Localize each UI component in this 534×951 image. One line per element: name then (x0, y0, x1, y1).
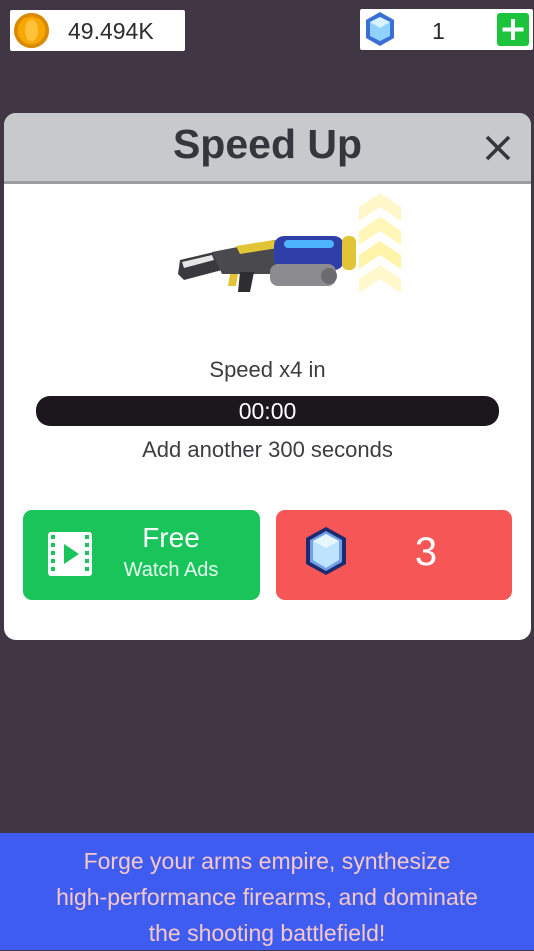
promo-banner: Forge your arms empire, synthesize high-… (0, 833, 534, 950)
timer-bar: 00:00 (36, 396, 499, 426)
close-icon[interactable] (479, 129, 517, 167)
watch-ads-button[interactable]: Free Watch Ads (23, 510, 260, 600)
coin-icon (13, 12, 50, 49)
banner-line-1: Forge your arms empire, synthesize (83, 848, 451, 874)
banner-text: Forge your arms empire, synthesize high-… (20, 843, 514, 951)
gem-cost: 3 (414, 530, 438, 574)
coin-amount: 49.494K (68, 18, 154, 44)
gem-icon (366, 12, 394, 46)
gem-icon (306, 527, 346, 575)
video-icon (48, 532, 92, 576)
gem-amount: 1 (432, 18, 445, 44)
banner-line-3: the shooting battlefield! (148, 920, 386, 946)
plus-icon (502, 19, 524, 40)
dialog-header: Speed Up (4, 113, 531, 184)
dialog-title: Speed Up (172, 121, 363, 167)
add-gems-button[interactable] (497, 13, 529, 46)
free-label: Free (142, 522, 200, 553)
banner-line-2: high-performance firearms, and dominate (56, 884, 478, 910)
watch-ads-label: Watch Ads (123, 559, 219, 581)
add-time-label: Add another 300 seconds (142, 437, 393, 462)
gem-balance: 1 (360, 9, 533, 50)
speed-up-dialog: Speed Up Speed x4 in 00:00 Add another 3… (4, 113, 531, 640)
speed-arrows-icon (359, 193, 401, 293)
timer-text: 00:00 (238, 398, 297, 424)
gun-image (178, 236, 356, 292)
coin-balance: 49.494K (10, 10, 185, 51)
gem-speed-up-button[interactable]: 3 (276, 510, 512, 600)
speed-label: Speed x4 in (209, 357, 326, 382)
